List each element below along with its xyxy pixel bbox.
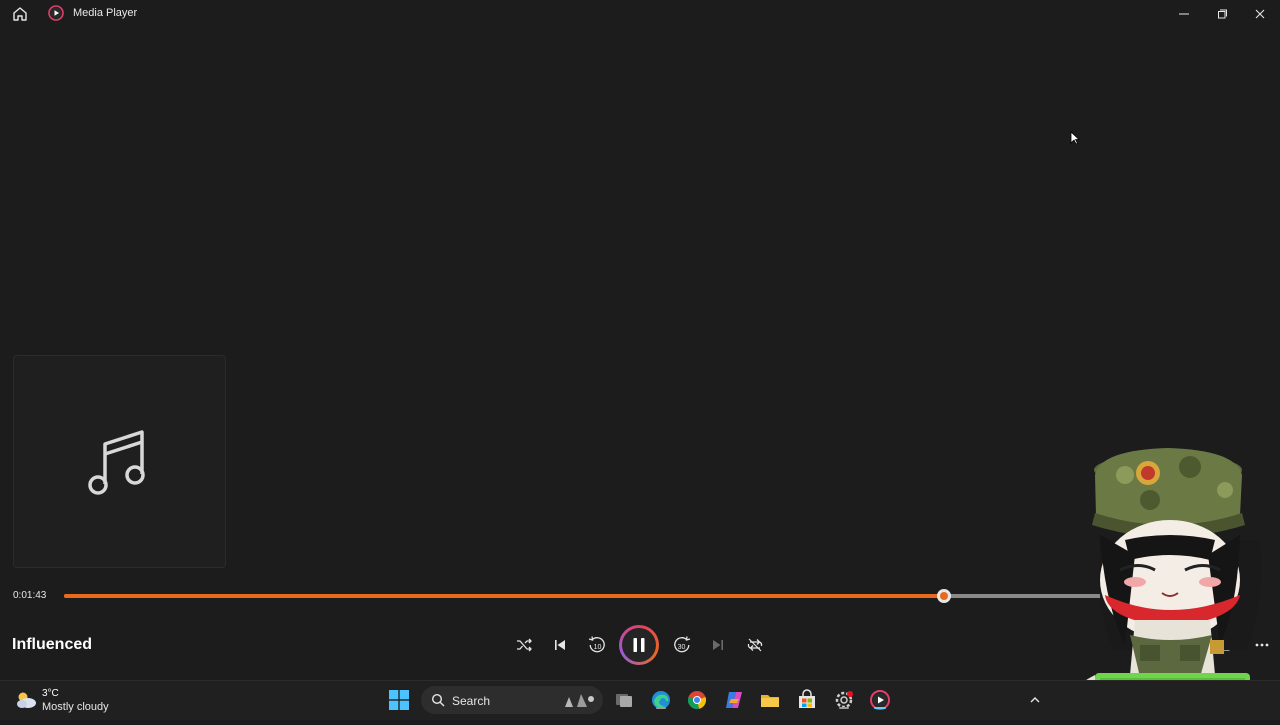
skip-back-10-icon: 10 bbox=[588, 636, 605, 653]
svg-text:10: 10 bbox=[594, 644, 602, 651]
close-button[interactable] bbox=[1249, 4, 1271, 24]
edge-icon[interactable] bbox=[650, 689, 672, 711]
shuffle-button[interactable] bbox=[512, 633, 536, 657]
skip-back-button[interactable]: 10 bbox=[585, 633, 609, 657]
weather-description: Mostly cloudy bbox=[42, 701, 109, 713]
microsoft-store-icon[interactable] bbox=[796, 689, 818, 711]
home-icon[interactable] bbox=[11, 5, 29, 23]
start-icon[interactable] bbox=[389, 690, 409, 710]
repeat-button[interactable] bbox=[743, 633, 767, 657]
previous-button[interactable] bbox=[548, 633, 572, 657]
svg-text:30: 30 bbox=[678, 644, 686, 651]
search-highlight-icon bbox=[565, 694, 594, 707]
elapsed-time: 0:01:43 bbox=[13, 590, 47, 601]
skip-forward-30-icon: 30 bbox=[674, 636, 691, 653]
next-button[interactable] bbox=[706, 633, 730, 657]
settings-icon[interactable] bbox=[833, 689, 855, 711]
running-indicator bbox=[839, 707, 849, 709]
pause-icon bbox=[622, 628, 656, 662]
taskbar-search[interactable]: Search bbox=[421, 686, 603, 714]
skip-forward-button[interactable]: 30 bbox=[670, 633, 694, 657]
search-icon bbox=[431, 693, 445, 707]
seek-thumb[interactable] bbox=[937, 589, 951, 603]
maximize-button[interactable] bbox=[1211, 4, 1233, 24]
previous-icon bbox=[555, 640, 565, 650]
file-explorer-icon[interactable] bbox=[759, 689, 781, 711]
play-pause-button[interactable] bbox=[619, 625, 659, 665]
weather-temperature: 3°C bbox=[42, 688, 59, 699]
shuffle-icon bbox=[517, 638, 532, 652]
maximize-icon bbox=[1218, 9, 1227, 19]
cloudy-weather-icon[interactable] bbox=[14, 689, 38, 711]
seek-progress bbox=[64, 594, 944, 598]
media-player-icon[interactable] bbox=[869, 689, 891, 711]
media-player-icon bbox=[48, 5, 64, 21]
mouse-cursor-icon bbox=[1070, 131, 1081, 145]
copilot-icon[interactable] bbox=[723, 689, 745, 711]
active-indicator bbox=[874, 707, 886, 709]
close-icon bbox=[1255, 9, 1265, 19]
avatar-overlay bbox=[1040, 445, 1280, 720]
minimize-icon bbox=[1179, 13, 1189, 15]
chrome-icon[interactable] bbox=[686, 689, 708, 711]
track-title: Influenced bbox=[12, 636, 93, 653]
title-bar: Media Player bbox=[0, 0, 1280, 28]
running-indicator bbox=[656, 707, 666, 709]
taskbar: 3°C Mostly cloudy Search bbox=[0, 680, 1280, 720]
repeat-icon bbox=[747, 638, 763, 652]
chevron-up-icon[interactable] bbox=[1028, 693, 1042, 707]
search-placeholder: Search bbox=[452, 694, 491, 708]
minimize-button[interactable] bbox=[1173, 4, 1195, 24]
task-view-icon[interactable] bbox=[613, 689, 635, 711]
next-icon bbox=[713, 640, 723, 650]
album-art bbox=[13, 355, 226, 568]
window-title: Media Player bbox=[73, 7, 138, 19]
music-note-icon bbox=[87, 429, 145, 495]
